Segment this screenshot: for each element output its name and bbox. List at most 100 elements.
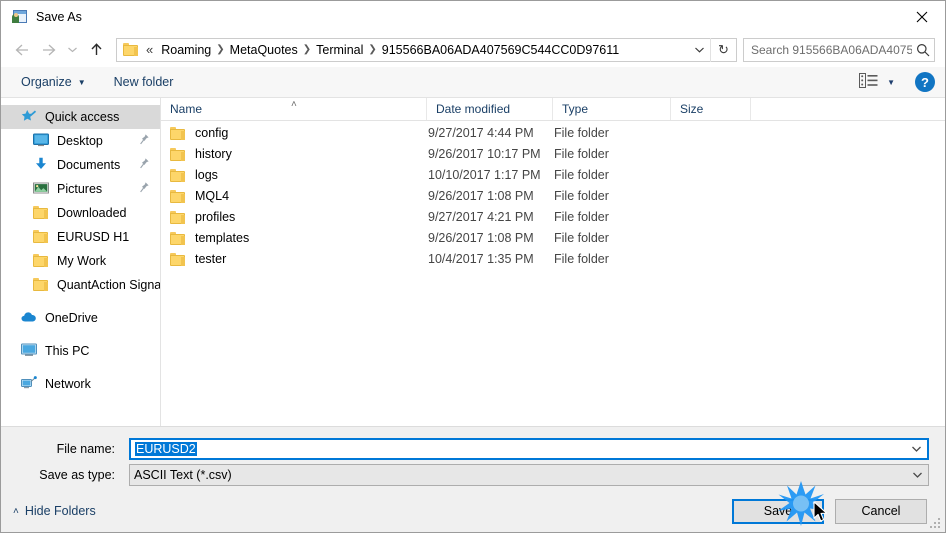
file-name-label: File name: (56, 442, 115, 456)
organize-button[interactable]: Organize ▼ (15, 72, 92, 92)
pin-icon[interactable] (140, 182, 149, 196)
sidebar-item-desktop[interactable]: Desktop (1, 129, 160, 153)
folder-icon (33, 277, 50, 293)
sort-ascending-icon: ˄ (291, 99, 297, 110)
folder-icon (170, 190, 186, 203)
recent-locations-chevron-down-icon[interactable] (63, 37, 82, 63)
sidebar-item-my-work[interactable]: My Work (1, 249, 160, 273)
file-name-label: profiles (195, 210, 236, 224)
table-row[interactable]: logs 10/10/2017 1:17 PM File folder (161, 165, 945, 186)
sidebar-item-label: Downloaded (57, 206, 127, 220)
breadcrumb-item-terminal-id[interactable]: 915566BA06ADA407569C544CC0D97611 (378, 39, 623, 61)
sidebar-item-quantaction-signal[interactable]: QuantAction Signal (1, 273, 160, 297)
sidebar-item-onedrive[interactable]: OneDrive (1, 306, 160, 330)
change-view-button[interactable]: ▼ (855, 71, 899, 93)
breadcrumb-overflow[interactable]: « (144, 39, 157, 61)
file-rows: config 9/27/2017 4:44 PM File folder his… (161, 121, 945, 426)
file-list-pane: Name ˄ Date modified Type Size config 9/… (161, 98, 945, 426)
sidebar-item-label: OneDrive (45, 311, 98, 325)
file-name-label: MQL4 (195, 189, 230, 203)
table-row[interactable]: profiles 9/27/2017 4:21 PM File folder (161, 207, 945, 228)
column-header-date-modified[interactable]: Date modified (427, 98, 553, 120)
pin-icon[interactable] (140, 158, 149, 172)
file-name-cell: tester (161, 249, 427, 270)
file-name-input[interactable]: EURUSD2 (129, 438, 929, 460)
resize-grip[interactable] (930, 518, 942, 530)
refresh-icon[interactable]: ↻ (710, 37, 736, 62)
file-name-value: EURUSD2 (135, 442, 197, 456)
folder-icon (170, 232, 186, 245)
save-form: File name: EURUSD2 Save as type: ASCII T… (1, 426, 945, 490)
file-name-cell: logs (161, 165, 427, 186)
sidebar-item-pictures[interactable]: Pictures (1, 177, 160, 201)
breadcrumb-separator-icon: ❯ (216, 44, 225, 55)
desktop-icon (33, 133, 50, 149)
table-row[interactable]: templates 9/26/2017 1:08 PM File folder (161, 228, 945, 249)
save-button[interactable]: Save (732, 498, 824, 524)
help-icon[interactable]: ? (915, 72, 935, 92)
table-row[interactable]: history 9/26/2017 10:17 PM File folder (161, 144, 945, 165)
sidebar-item-label: Desktop (57, 134, 103, 148)
column-header-size[interactable]: Size (671, 98, 751, 120)
file-type-cell: File folder (554, 231, 609, 245)
file-name-label: config (195, 126, 229, 140)
column-header-name[interactable]: Name ˄ (161, 98, 427, 120)
file-size-cell (671, 249, 751, 270)
file-type-cell: File folder (554, 252, 609, 266)
file-name-label: templates (195, 231, 250, 245)
save-as-app-icon (11, 9, 28, 25)
sidebar-item-label: This PC (45, 344, 90, 358)
column-header-row: Name ˄ Date modified Type Size (161, 98, 945, 121)
new-folder-button[interactable]: New folder (108, 72, 180, 92)
file-name-label: history (195, 147, 232, 161)
sidebar-item-documents[interactable]: Documents (1, 153, 160, 177)
file-name-cell: templates (161, 228, 427, 249)
save-as-type-row: Save as type: ASCII Text (*.csv) (17, 464, 929, 486)
hide-folders-button[interactable]: ˄ Hide Folders (13, 504, 96, 518)
sidebar-item-eurusd-h1[interactable]: EURUSD H1 (1, 225, 160, 249)
column-header-type[interactable]: Type (553, 98, 671, 120)
up-one-level-icon[interactable] (82, 37, 110, 63)
sidebar-item-label: Quick access (45, 110, 120, 124)
file-date-cell: 10/10/2017 1:17 PM (428, 168, 541, 182)
back-icon[interactable] (7, 37, 35, 63)
cancel-button[interactable]: Cancel (835, 498, 927, 524)
sidebar-item-quick-access[interactable]: Quick access (1, 105, 160, 129)
folder-icon (170, 148, 186, 161)
table-row[interactable]: MQL4 9/26/2017 1:08 PM File folder (161, 186, 945, 207)
pin-icon[interactable] (140, 134, 149, 148)
file-name-chevron-down-icon[interactable] (905, 445, 927, 453)
forward-icon[interactable] (35, 37, 63, 63)
folder-icon (170, 127, 186, 140)
sidebar-item-downloaded[interactable]: Downloaded (1, 201, 160, 225)
breadcrumb-item-roaming[interactable]: Roaming (157, 39, 215, 61)
file-size-cell (671, 144, 751, 165)
address-bar[interactable]: « Roaming ❯ MetaQuotes ❯ Terminal ❯ 9155… (116, 37, 737, 62)
file-type-cell: File folder (554, 189, 609, 203)
close-icon[interactable] (899, 1, 945, 32)
dialog-body: Quick access Desktop Documents Pictures … (1, 98, 945, 426)
table-row[interactable]: config 9/27/2017 4:44 PM File folder (161, 123, 945, 144)
save-as-type-chevron-down-icon[interactable] (906, 471, 928, 479)
sidebar-item-this-pc[interactable]: This PC (1, 339, 160, 363)
file-name-cell: history (161, 144, 427, 165)
view-list-icon (859, 73, 878, 91)
sidebar-item-network[interactable]: Network (1, 372, 160, 396)
save-as-type-select[interactable]: ASCII Text (*.csv) (129, 464, 929, 486)
sidebar-item-label: EURUSD H1 (57, 230, 130, 244)
breadcrumb-item-terminal[interactable]: Terminal (312, 39, 367, 61)
file-size-cell (671, 228, 751, 249)
table-row[interactable]: tester 10/4/2017 1:35 PM File folder (161, 249, 945, 270)
address-chevron-down-icon[interactable] (688, 39, 710, 61)
dialog-footer: ˄ Hide Folders Save Cancel (1, 490, 945, 532)
hide-folders-label: Hide Folders (24, 504, 96, 518)
documents-icon (33, 157, 50, 173)
folder-icon (33, 205, 50, 221)
breadcrumb-item-metaquotes[interactable]: MetaQuotes (226, 39, 302, 61)
search-input[interactable]: Search 915566BA06ADA40756... (743, 37, 935, 62)
file-size-cell (671, 123, 751, 144)
save-as-type-value: ASCII Text (*.csv) (134, 468, 232, 482)
